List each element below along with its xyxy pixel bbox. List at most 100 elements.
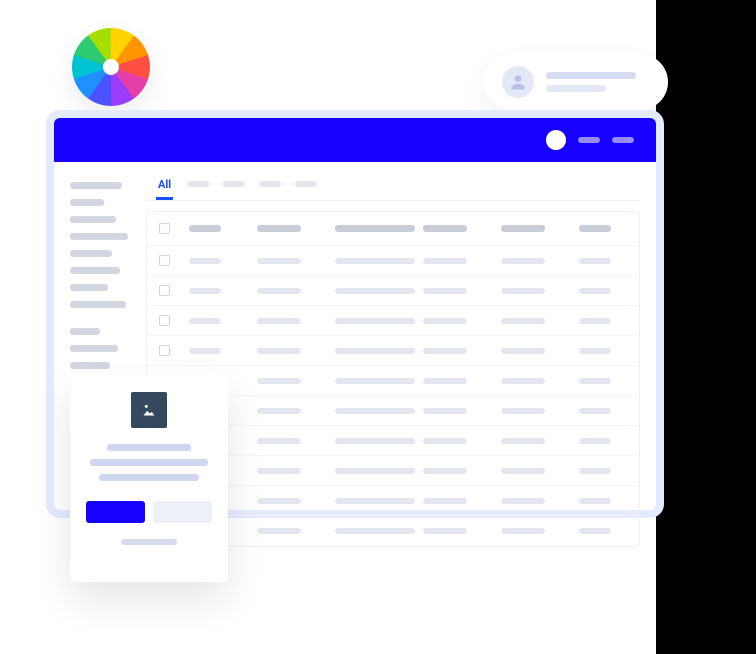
avatar	[502, 66, 534, 98]
table-cell-placeholder	[335, 258, 415, 264]
header-avatar-circle[interactable]	[546, 130, 566, 150]
sidebar-item[interactable]	[70, 233, 128, 240]
table-cell-placeholder	[423, 408, 467, 414]
table-cell-placeholder	[579, 528, 611, 534]
table-cell-placeholder	[501, 318, 545, 324]
table-header-row	[147, 212, 639, 246]
table-cell-placeholder	[501, 225, 545, 232]
table-row[interactable]	[147, 306, 639, 336]
sidebar-item[interactable]	[70, 216, 116, 223]
table-row[interactable]	[147, 246, 639, 276]
table-cell-placeholder	[579, 408, 611, 414]
header-menu-item[interactable]	[578, 137, 600, 143]
row-checkbox[interactable]	[159, 315, 170, 326]
table-cell-placeholder	[335, 318, 415, 324]
sidebar-item[interactable]	[70, 199, 104, 206]
table-cell-placeholder	[423, 258, 467, 264]
table-cell-placeholder	[423, 348, 467, 354]
row-checkbox[interactable]	[159, 285, 170, 296]
table-cell-placeholder	[423, 498, 467, 504]
sidebar-item[interactable]	[70, 284, 108, 291]
table-cell-placeholder	[257, 468, 301, 474]
table-cell-placeholder	[189, 258, 221, 264]
table-cell-placeholder	[189, 348, 221, 354]
table-cell-placeholder	[423, 468, 467, 474]
row-checkbox[interactable]	[159, 345, 170, 356]
table-row[interactable]	[147, 276, 639, 306]
user-name-placeholder	[546, 72, 636, 79]
card-secondary-button[interactable]	[153, 501, 212, 523]
table-cell-placeholder	[579, 258, 611, 264]
table-cell-placeholder	[423, 438, 467, 444]
app-header	[54, 118, 656, 162]
table-cell-placeholder	[423, 318, 467, 324]
sidebar-item[interactable]	[70, 328, 100, 335]
table-cell-placeholder	[257, 318, 301, 324]
table-cell-placeholder	[579, 288, 611, 294]
sidebar-item[interactable]	[70, 362, 110, 369]
table-cell-placeholder	[335, 498, 415, 504]
table-cell-placeholder	[189, 318, 221, 324]
table-cell-placeholder	[501, 288, 545, 294]
sidebar-item[interactable]	[70, 182, 122, 189]
card-text-placeholder	[99, 474, 199, 481]
table-cell-placeholder	[257, 408, 301, 414]
table-cell-placeholder	[501, 438, 545, 444]
table-cell-placeholder	[335, 528, 415, 534]
table-cell-placeholder	[501, 258, 545, 264]
detail-card	[70, 374, 228, 582]
table-cell-placeholder	[257, 258, 301, 264]
card-title-placeholder	[107, 444, 191, 451]
tab-all[interactable]: All	[156, 176, 173, 200]
sidebar-item[interactable]	[70, 345, 118, 352]
sidebar-item[interactable]	[70, 301, 126, 308]
table-cell-placeholder	[501, 348, 545, 354]
table-cell-placeholder	[501, 378, 545, 384]
image-placeholder	[131, 392, 167, 428]
table-cell-placeholder	[579, 348, 611, 354]
table-cell-placeholder	[579, 318, 611, 324]
header-menu-item[interactable]	[612, 137, 634, 143]
table-cell-placeholder	[423, 225, 467, 232]
table-cell-placeholder	[423, 528, 467, 534]
table-cell-placeholder	[335, 438, 415, 444]
sidebar-item[interactable]	[70, 267, 120, 274]
table-cell-placeholder	[501, 528, 545, 534]
table-cell-placeholder	[579, 468, 611, 474]
table-row[interactable]	[147, 336, 639, 366]
table-cell-placeholder	[257, 498, 301, 504]
tabs: All	[146, 176, 640, 201]
table-cell-placeholder	[257, 288, 301, 294]
table-cell-placeholder	[579, 438, 611, 444]
table-cell-placeholder	[335, 288, 415, 294]
table-cell-placeholder	[423, 378, 467, 384]
table-cell-placeholder	[257, 348, 301, 354]
tab-placeholder[interactable]	[259, 181, 281, 187]
table-cell-placeholder	[335, 378, 415, 384]
row-checkbox[interactable]	[159, 255, 170, 266]
card-text-placeholder	[90, 459, 208, 466]
card-footer-link[interactable]	[121, 539, 177, 545]
table-cell-placeholder	[189, 288, 221, 294]
tab-placeholder[interactable]	[187, 181, 209, 187]
table-cell-placeholder	[501, 468, 545, 474]
table-cell-placeholder	[335, 408, 415, 414]
table-cell-placeholder	[579, 498, 611, 504]
row-checkbox[interactable]	[159, 223, 170, 234]
tab-placeholder[interactable]	[223, 181, 245, 187]
table-cell-placeholder	[257, 528, 301, 534]
user-sub-placeholder	[546, 85, 606, 92]
user-profile-pill[interactable]	[484, 54, 668, 110]
table-cell-placeholder	[257, 438, 301, 444]
table-cell-placeholder	[257, 225, 301, 232]
tab-placeholder[interactable]	[295, 181, 317, 187]
table-cell-placeholder	[335, 468, 415, 474]
image-icon	[138, 399, 160, 421]
card-primary-button[interactable]	[86, 501, 145, 523]
table-cell-placeholder	[501, 408, 545, 414]
table-cell-placeholder	[579, 378, 611, 384]
table-cell-placeholder	[335, 348, 415, 354]
sidebar-item[interactable]	[70, 250, 112, 257]
table-cell-placeholder	[189, 225, 221, 232]
color-wheel-icon	[72, 28, 150, 106]
